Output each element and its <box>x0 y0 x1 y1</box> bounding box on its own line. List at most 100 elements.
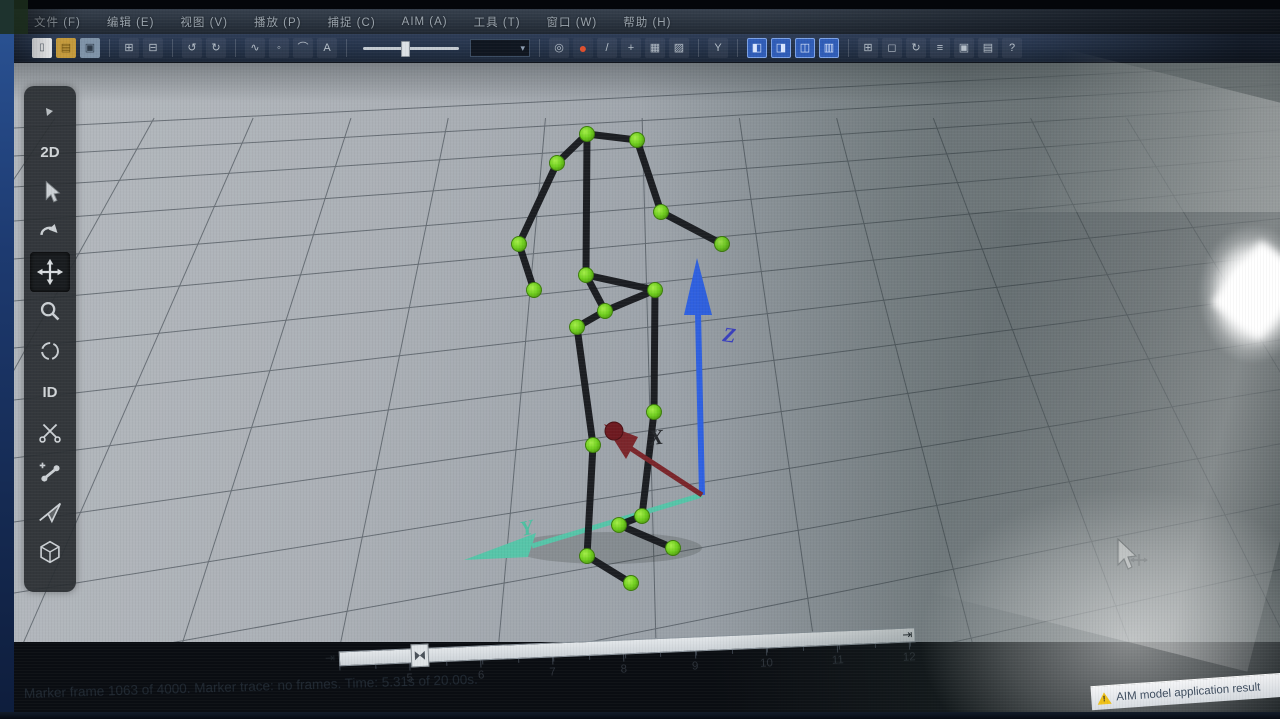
marker-dot[interactable] <box>586 438 601 453</box>
timeline-playhead[interactable] <box>410 644 429 668</box>
minor-tick <box>553 657 554 661</box>
identify-tool[interactable]: ID <box>30 372 70 412</box>
record-icon[interactable]: ● <box>573 38 593 58</box>
marker-dot[interactable] <box>512 237 527 252</box>
view-analog-button[interactable]: ▥ <box>819 38 839 58</box>
tick-label: 11 <box>832 654 844 666</box>
cut-trajectory-tool[interactable] <box>30 412 70 452</box>
view-2d-button[interactable]: ◨ <box>771 38 791 58</box>
view-2d-toggle[interactable]: 2D <box>30 132 70 172</box>
trajectory-icon[interactable]: ∿ <box>245 38 265 58</box>
marker-dot[interactable] <box>580 549 595 564</box>
grid-icon[interactable]: ▦ <box>645 38 665 58</box>
tick-label: 10 <box>760 657 773 670</box>
open-folder-icon[interactable]: ▤ <box>56 38 76 58</box>
marker-dot[interactable] <box>570 320 585 335</box>
menu-item-6[interactable]: AIM (A) <box>402 16 448 28</box>
undo-icon[interactable]: ↺ <box>182 38 202 58</box>
add-bone-tool[interactable] <box>30 452 70 492</box>
menu-item-8[interactable]: 窗口 (W) <box>547 14 598 30</box>
axis-label: Z <box>720 322 737 348</box>
marker-dot[interactable] <box>715 237 730 252</box>
scissors-icon <box>35 417 65 447</box>
redo-icon[interactable]: ↻ <box>206 38 226 58</box>
import-icon[interactable]: ⊞ <box>119 38 139 58</box>
range-end-icon[interactable]: ⇥ <box>902 627 913 641</box>
view-3d-button[interactable]: ◧ <box>747 38 767 58</box>
marker-dot[interactable] <box>630 133 645 148</box>
cube-view-tool[interactable] <box>30 532 70 572</box>
toolbar-separator <box>539 39 540 57</box>
window-split-icon[interactable]: ⊞ <box>858 38 878 58</box>
menu-item-7[interactable]: 工具 (T) <box>474 14 521 30</box>
monitor-bezel-bottom <box>0 712 1280 719</box>
zoom-tool[interactable] <box>30 292 70 332</box>
toolbar-separator <box>737 39 738 57</box>
bone-segment[interactable] <box>586 134 587 275</box>
toolbar-separator <box>346 39 347 57</box>
marker-dot[interactable] <box>635 509 650 524</box>
translate-tool[interactable] <box>30 252 70 292</box>
measure-icon[interactable]: + <box>621 38 641 58</box>
gap-fill-icon[interactable]: ⌒ <box>293 38 313 58</box>
playback-speed-slider[interactable] <box>363 39 459 57</box>
pen-icon[interactable]: / <box>597 38 617 58</box>
photo-background <box>0 0 28 34</box>
marker-dot[interactable] <box>648 283 663 298</box>
marker-dot[interactable] <box>612 518 627 533</box>
view-video-button[interactable]: ◫ <box>795 38 815 58</box>
wall-reflection <box>920 62 1280 212</box>
marker-dot[interactable] <box>598 304 613 319</box>
minor-tick <box>482 660 483 664</box>
marker-dot[interactable] <box>666 541 681 556</box>
label-icon[interactable]: A <box>317 38 337 58</box>
orbit-tool[interactable] <box>30 332 70 372</box>
new-file-icon[interactable]: ▯ <box>32 38 52 58</box>
refresh-icon[interactable]: ↻ <box>906 38 926 58</box>
minor-tick <box>767 648 768 652</box>
help-icon[interactable]: ? <box>1002 38 1022 58</box>
marker-dot[interactable] <box>579 268 594 283</box>
snapshot-icon[interactable]: ▨ <box>669 38 689 58</box>
marker-dot[interactable] <box>624 576 639 591</box>
marker-icon[interactable]: ◦ <box>269 38 289 58</box>
menu-item-9[interactable]: 帮助 (H) <box>623 14 671 30</box>
camera-icon[interactable]: ▣ <box>954 38 974 58</box>
collapse-panel-button[interactable] <box>30 92 70 132</box>
minor-tick <box>874 644 875 648</box>
capture-icon[interactable]: ◎ <box>549 38 569 58</box>
menu-item-4[interactable]: 播放 (P) <box>254 14 302 30</box>
skeleton-bones <box>519 134 722 583</box>
toolbar: ▯▤▣⊞⊟↺↻∿◦⌒A▾◎●/+▦▨Y◧◨◫▥⊞◻↻≡▣▤? <box>14 34 1280 63</box>
menu-item-3[interactable]: 视图 (V) <box>180 14 228 30</box>
marker-dot[interactable] <box>647 405 662 420</box>
minor-tick <box>446 662 447 666</box>
photographed-screen: XYZ 2DID 文件 (F)编辑 (E)视图 (V)播放 (P)捕捉 (C)A… <box>0 0 1280 719</box>
warning-triangle-icon: ! <box>1097 691 1112 704</box>
marker-dot[interactable] <box>527 283 542 298</box>
marker-dot[interactable] <box>654 205 669 220</box>
bone-segment[interactable] <box>577 327 593 445</box>
menu-item-1[interactable]: 文件 (F) <box>34 14 81 30</box>
undo-tool[interactable] <box>30 212 70 252</box>
selected-marker[interactable] <box>605 422 623 440</box>
bone-segment[interactable] <box>654 290 655 412</box>
select-tool[interactable] <box>30 172 70 212</box>
save-icon[interactable]: ▣ <box>80 38 100 58</box>
slider-thumb[interactable] <box>401 41 410 57</box>
list-icon[interactable]: ≡ <box>930 38 950 58</box>
quick-label-tool[interactable] <box>30 492 70 532</box>
cursor-arrow-icon <box>1118 539 1136 569</box>
menu-item-5[interactable]: 捕捉 (C) <box>327 14 375 30</box>
bone-segment[interactable] <box>519 163 557 244</box>
speed-select[interactable]: ▾ <box>470 39 530 57</box>
range-start-icon[interactable]: ⇥ <box>325 651 336 665</box>
marker-dot[interactable] <box>550 156 565 171</box>
marker-dot[interactable] <box>580 127 595 142</box>
report-icon[interactable]: ▤ <box>978 38 998 58</box>
export-icon[interactable]: ⊟ <box>143 38 163 58</box>
minor-tick <box>518 659 519 663</box>
filter-icon[interactable]: Y <box>708 38 728 58</box>
menu-item-2[interactable]: 编辑 (E) <box>107 14 155 30</box>
window-single-icon[interactable]: ◻ <box>882 38 902 58</box>
